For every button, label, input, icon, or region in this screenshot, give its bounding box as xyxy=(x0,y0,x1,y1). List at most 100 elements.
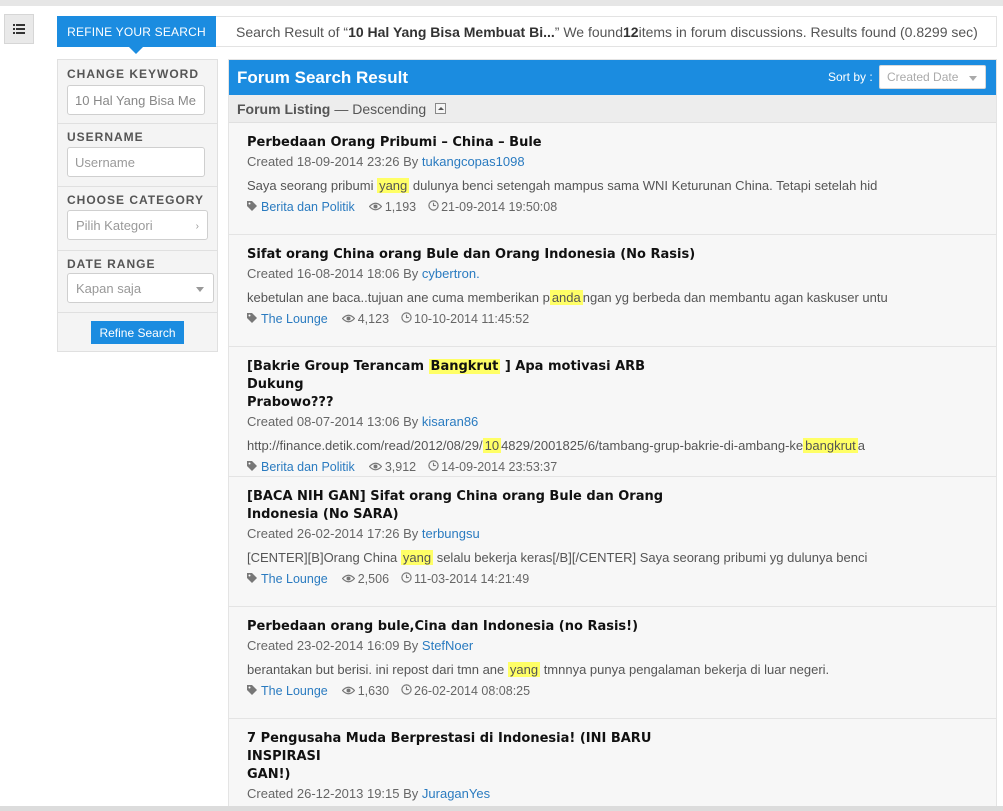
keyword-highlight: yang xyxy=(507,662,541,677)
result-meta: Created 16-08-2014 18:06 By cybertron. xyxy=(247,266,978,282)
category-link[interactable]: Berita dan Politik xyxy=(261,198,355,216)
results-list: Perbedaan Orang Pribumi – China – Bule Cr… xyxy=(229,123,996,811)
title-text: Perbedaan Orang Pribumi – China – Bule xyxy=(247,135,542,150)
created-text: Created 16-08-2014 18:06 By xyxy=(247,266,422,281)
result-footer: The Lounge 2,506 11-03-2014 14:21:49 xyxy=(247,570,978,588)
snippet-text: a xyxy=(857,438,865,453)
snippet-text: dulunya benci setengah mampus sama WNI K… xyxy=(409,178,878,193)
title-text: [BACA NIH GAN] Sifat orang China orang B… xyxy=(247,489,664,504)
result-title-link[interactable]: 7 Pengusaha Muda Berprestasi di Indonesi… xyxy=(247,730,697,784)
author-link[interactable]: tukangcopas1098 xyxy=(422,154,525,169)
view-count-value: 4,123 xyxy=(357,312,390,326)
date-range-select[interactable]: Kapan saja xyxy=(67,273,214,303)
title-text: 7 Pengusaha Muda Berprestasi di Indonesi… xyxy=(247,731,652,764)
result-item: [BACA NIH GAN] Sifat orang China orang B… xyxy=(229,477,996,607)
page-title: Forum Search Result xyxy=(237,68,408,87)
last-post-date: 11-03-2014 14:21:49 xyxy=(401,570,529,588)
result-item: 7 Pengusaha Muda Berprestasi di Indonesi… xyxy=(229,719,996,811)
summary-middle: ” We found xyxy=(554,23,623,40)
category-value: Pilih Kategori xyxy=(76,217,153,233)
result-title-link[interactable]: Sifat orang China orang Bule dan Orang I… xyxy=(247,246,697,264)
snippet-text: 4829/2001825/6/tambang-grup-bakrie-di-am… xyxy=(501,438,804,453)
snippet-text: http://finance.detik.com/read/2012/08/29… xyxy=(247,438,483,453)
created-text: Created 18-09-2014 23:26 By xyxy=(247,154,422,169)
sort-label: Sort by : xyxy=(828,70,873,84)
sort-select[interactable]: Created Date xyxy=(879,65,986,89)
search-result-summary: Search Result of “10 Hal Yang Bisa Membu… xyxy=(216,16,997,47)
top-divider xyxy=(0,0,1003,6)
results-header: Forum Search Result Sort by : Created Da… xyxy=(229,60,996,95)
username-section: USERNAME xyxy=(58,123,217,187)
sort-value: Created Date xyxy=(887,70,959,84)
category-link[interactable]: Berita dan Politik xyxy=(261,458,355,476)
keyword-highlight: yang xyxy=(377,178,410,193)
result-snippet: kebetulan ane baca..tujuan ane cuma memb… xyxy=(247,289,978,307)
view-count: 2,506 xyxy=(341,570,390,588)
refine-search-button[interactable]: Refine Search xyxy=(91,321,184,344)
category-label: CHOOSE CATEGORY xyxy=(67,193,205,207)
date-range-label: DATE RANGE xyxy=(67,257,156,271)
category-link[interactable]: The Lounge xyxy=(261,570,328,588)
refine-sidebar: CHANGE KEYWORD USERNAME CHOOSE CATEGORY … xyxy=(57,59,218,352)
collapse-toggle-icon[interactable] xyxy=(435,103,447,114)
author-link[interactable]: terbungsu xyxy=(422,526,480,541)
category-link[interactable]: The Lounge xyxy=(261,682,328,700)
last-post-date: 10-10-2014 11:45:52 xyxy=(401,310,529,328)
snippet-text: Saya seorang pribumi xyxy=(247,178,378,193)
result-item: [Bakrie Group Terancam Bangkrut ] Apa mo… xyxy=(229,347,996,477)
eye-icon xyxy=(341,570,358,588)
listing-bar: Forum Listing — Descending xyxy=(229,95,996,123)
keyword-highlight: anda xyxy=(549,290,583,305)
eye-icon xyxy=(368,458,385,476)
result-title-link[interactable]: Perbedaan orang bule,Cina dan Indonesia … xyxy=(247,618,697,636)
snippet-text: kebetulan ane baca..tujuan ane cuma memb… xyxy=(247,290,550,305)
summary-count: 12 xyxy=(623,23,639,40)
author-link[interactable]: StefNoer xyxy=(422,638,473,653)
summary-prefix: Search Result of “ xyxy=(236,23,349,40)
category-section: CHOOSE CATEGORY Pilih Kategori › xyxy=(58,186,217,251)
eye-icon xyxy=(341,682,358,700)
result-item: Perbedaan orang bule,Cina dan Indonesia … xyxy=(229,607,996,719)
created-text: Created 08-07-2014 13:06 By xyxy=(247,414,422,429)
title-text: Sifat orang China orang Bule dan Orang I… xyxy=(247,247,696,262)
tag-icon xyxy=(247,682,257,700)
summary-query: 10 Hal Yang Bisa Membuat Bi... xyxy=(348,23,555,40)
result-meta: Created 08-07-2014 13:06 By kisaran86 xyxy=(247,414,978,430)
keyword-input[interactable] xyxy=(67,85,205,115)
clock-icon xyxy=(428,198,441,216)
author-link[interactable]: cybertron. xyxy=(422,266,480,281)
author-link[interactable]: JuraganYes xyxy=(422,786,490,801)
forum-results-panel: Forum Search Result Sort by : Created Da… xyxy=(228,59,997,811)
tag-icon xyxy=(247,310,257,328)
author-link[interactable]: kisaran86 xyxy=(422,414,478,429)
result-title-link[interactable]: Perbedaan Orang Pribumi – China – Bule xyxy=(247,134,697,152)
horizontal-scrollbar[interactable] xyxy=(0,806,1003,811)
title-text: Prabowo??? xyxy=(247,395,334,410)
keyword-highlight: Bangkrut xyxy=(428,359,501,374)
keyword-highlight: 10 xyxy=(482,438,502,453)
refine-search-tab[interactable]: REFINE YOUR SEARCH xyxy=(57,16,216,54)
category-link[interactable]: The Lounge xyxy=(261,310,328,328)
result-footer: The Lounge 4,123 10-10-2014 11:45:52 xyxy=(247,310,978,328)
snippet-text: selalu bekerja keras[/B][/CENTER] Saya s… xyxy=(433,550,868,565)
menu-toggle-button[interactable] xyxy=(4,14,34,44)
result-footer: Berita dan Politik 3,912 14-09-2014 23:53:… xyxy=(247,458,978,476)
result-title-link[interactable]: [BACA NIH GAN] Sifat orang China orang B… xyxy=(247,488,697,524)
result-meta: Created 23-02-2014 16:09 By StefNoer xyxy=(247,638,978,654)
tag-icon xyxy=(247,458,257,476)
last-post-date-value: 26-02-2014 08:08:25 xyxy=(414,684,531,698)
view-count-value: 3,912 xyxy=(384,460,417,474)
category-select[interactable]: Pilih Kategori › xyxy=(67,210,208,240)
result-title-link[interactable]: [Bakrie Group Terancam Bangkrut ] Apa mo… xyxy=(247,358,697,412)
last-post-date: 21-09-2014 19:50:08 xyxy=(428,198,557,216)
username-input[interactable] xyxy=(67,147,205,177)
result-item: Sifat orang China orang Bule dan Orang I… xyxy=(229,235,996,347)
last-post-date-value: 14-09-2014 23:53:37 xyxy=(441,460,558,474)
snippet-text: ngan yg berbeda dan membantu agan kaskus… xyxy=(582,290,888,305)
result-footer: The Lounge 1,630 26-02-2014 08:08:25 xyxy=(247,682,978,700)
summary-suffix: items in forum discussions. Results foun… xyxy=(638,23,978,40)
result-meta: Created 26-02-2014 17:26 By terbungsu xyxy=(247,526,978,542)
view-count: 1,193 xyxy=(368,198,417,216)
view-count-value: 1,193 xyxy=(384,200,417,214)
view-count-value: 2,506 xyxy=(357,572,390,586)
